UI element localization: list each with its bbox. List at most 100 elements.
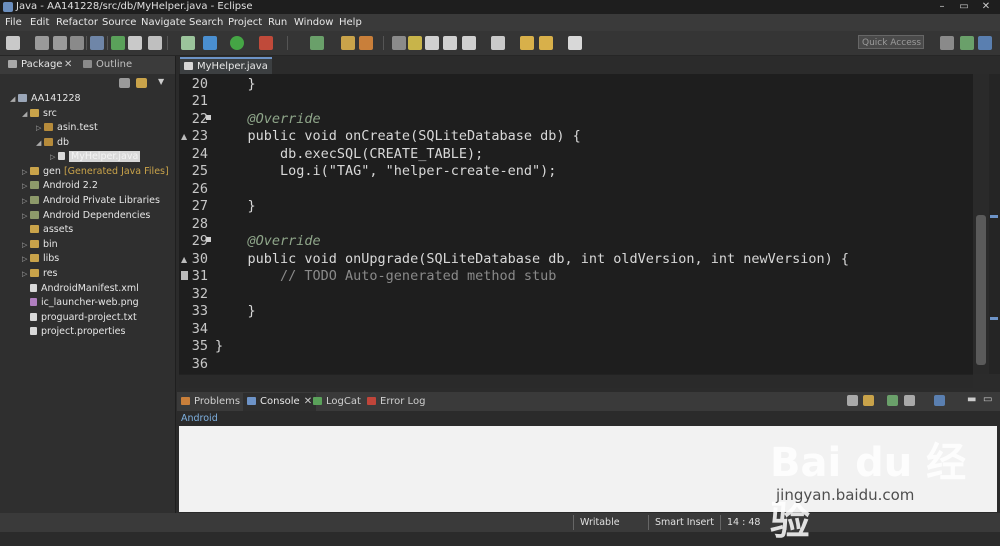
menu-project[interactable]: Project bbox=[228, 14, 262, 31]
tree-item-bin[interactable]: ▷ bin bbox=[22, 238, 58, 252]
search-icon[interactable] bbox=[359, 36, 373, 50]
tab-label: Problems bbox=[194, 396, 241, 407]
next-annotation-icon[interactable] bbox=[491, 36, 505, 50]
line-number: 20 bbox=[191, 76, 208, 92]
expand-arrow-icon[interactable]: ▷ bbox=[22, 179, 30, 193]
tree-item-android-manifest[interactable]: AndroidManifest.xml bbox=[30, 282, 139, 296]
tab-outline[interactable]: Outline bbox=[83, 56, 132, 74]
open-type-icon[interactable] bbox=[341, 36, 355, 50]
new-android-project-icon[interactable] bbox=[181, 36, 195, 50]
minimize-button[interactable]: – bbox=[932, 1, 952, 13]
expand-arrow-icon[interactable]: ▷ bbox=[22, 252, 30, 266]
tree-item-project-properties[interactable]: project.properties bbox=[30, 325, 125, 339]
tree-item-android-private-libraries[interactable]: ▷ Android Private Libraries bbox=[22, 194, 160, 208]
link-editor-icon[interactable] bbox=[136, 78, 147, 88]
tab-logcat[interactable]: LogCat bbox=[313, 393, 361, 411]
highlight-icon[interactable] bbox=[408, 36, 422, 50]
menu-file[interactable]: File bbox=[5, 14, 22, 31]
overview-marker[interactable] bbox=[990, 215, 998, 218]
clear-console-icon[interactable] bbox=[863, 395, 874, 406]
external-tools-icon[interactable] bbox=[259, 36, 273, 50]
close-tab-icon[interactable]: ✕ bbox=[64, 56, 72, 74]
code-line: } bbox=[215, 76, 256, 92]
save-all-icon[interactable] bbox=[53, 36, 67, 50]
display-console-icon[interactable] bbox=[904, 395, 915, 406]
expand-arrow-icon[interactable]: ▷ bbox=[22, 267, 30, 281]
close-tab-icon[interactable]: ✕ bbox=[304, 396, 312, 407]
fold-collapse-icon[interactable] bbox=[206, 115, 211, 120]
minimize-panel-icon[interactable]: ▬ bbox=[967, 394, 976, 405]
expand-arrow-icon[interactable]: ▷ bbox=[50, 150, 58, 164]
save-icon[interactable] bbox=[35, 36, 49, 50]
expand-arrow-icon[interactable]: ▷ bbox=[36, 121, 44, 135]
format-icon[interactable] bbox=[462, 36, 476, 50]
menu-edit[interactable]: Edit bbox=[30, 14, 49, 31]
tree-item-android-2-2[interactable]: ▷ Android 2.2 bbox=[22, 179, 98, 193]
collapse-all-icon[interactable] bbox=[119, 78, 130, 88]
print-icon[interactable] bbox=[70, 36, 84, 50]
tree-item-libs[interactable]: ▷ libs bbox=[22, 252, 59, 266]
editor-tab-myhelper[interactable]: MyHelper.java ✕ bbox=[180, 57, 272, 87]
expand-arrow-icon[interactable]: ▷ bbox=[22, 209, 30, 223]
avd-manager-icon[interactable] bbox=[128, 36, 142, 50]
overview-marker[interactable] bbox=[990, 317, 998, 320]
expand-arrow-icon[interactable]: ▷ bbox=[22, 165, 30, 179]
menu-source[interactable]: Source bbox=[102, 14, 136, 31]
editor-horizontal-scrollbar[interactable] bbox=[179, 374, 973, 388]
open-perspective-icon[interactable] bbox=[940, 36, 954, 50]
menu-navigate[interactable]: Navigate bbox=[141, 14, 186, 31]
expand-arrow-icon[interactable]: ▷ bbox=[22, 194, 30, 208]
java-perspective-icon[interactable] bbox=[978, 36, 992, 50]
expand-arrow-icon[interactable]: ◢ bbox=[22, 107, 30, 121]
tree-item-res[interactable]: ▷ res bbox=[22, 267, 58, 281]
tree-item-asin-test[interactable]: ▷ asin.test bbox=[36, 121, 98, 135]
menu-search[interactable]: Search bbox=[189, 14, 223, 31]
close-window-button[interactable]: ✕ bbox=[976, 1, 996, 13]
forward-icon[interactable] bbox=[568, 36, 582, 50]
show-whitespace-icon[interactable] bbox=[443, 36, 457, 50]
tree-item-db[interactable]: ◢ db bbox=[36, 136, 69, 150]
tab-package-explorer[interactable]: Package bbox=[8, 56, 62, 74]
expand-arrow-icon[interactable]: ◢ bbox=[10, 92, 18, 106]
tree-item-myhelper[interactable]: ▷ MyHelper.java bbox=[50, 150, 141, 164]
pin-console-icon[interactable] bbox=[847, 395, 858, 406]
tree-item-assets[interactable]: assets bbox=[22, 223, 73, 237]
ddms-perspective-icon[interactable] bbox=[960, 36, 974, 50]
lint-check-icon[interactable] bbox=[148, 36, 162, 50]
view-menu-icon[interactable]: ▼ bbox=[158, 77, 164, 86]
new-class-icon[interactable] bbox=[310, 36, 324, 50]
sdk-manager-icon[interactable] bbox=[111, 36, 125, 50]
toggle-mark-icon[interactable] bbox=[392, 36, 406, 50]
back-icon[interactable] bbox=[539, 36, 553, 50]
tree-item-label: libs bbox=[43, 253, 60, 264]
scrollbar-thumb[interactable] bbox=[976, 215, 986, 365]
tree-item-label: proguard-project.txt bbox=[41, 312, 137, 323]
expand-arrow-icon[interactable]: ▷ bbox=[22, 238, 30, 252]
tree-item-android-dependencies[interactable]: ▷ Android Dependencies bbox=[22, 209, 150, 223]
fold-collapse-icon[interactable] bbox=[206, 237, 211, 242]
menu-refactor[interactable]: Refactor bbox=[56, 14, 98, 31]
new-console-icon[interactable] bbox=[934, 395, 945, 406]
debug-icon[interactable] bbox=[203, 36, 217, 50]
maximize-panel-icon[interactable]: ▭ bbox=[983, 394, 992, 405]
quick-access-input[interactable]: Quick Access bbox=[858, 35, 924, 49]
tree-item-proguard[interactable]: proguard-project.txt bbox=[30, 311, 137, 325]
run-icon[interactable] bbox=[230, 36, 244, 50]
menu-run[interactable]: Run bbox=[268, 14, 287, 31]
tree-item-gen[interactable]: ▷ gen [Generated Java Files] bbox=[22, 165, 169, 179]
menu-help[interactable]: Help bbox=[339, 14, 362, 31]
tab-error-log[interactable]: Error Log bbox=[367, 393, 425, 411]
tab-console[interactable]: Console ✕ bbox=[243, 393, 317, 411]
expand-arrow-icon[interactable]: ◢ bbox=[36, 136, 44, 150]
new-icon[interactable] bbox=[6, 36, 20, 50]
tree-item-project[interactable]: ◢ AA141228 bbox=[10, 92, 81, 106]
block-selection-icon[interactable] bbox=[425, 36, 439, 50]
tab-problems[interactable]: Problems bbox=[181, 393, 240, 411]
prev-annotation-icon[interactable] bbox=[520, 36, 534, 50]
debug-skip-icon[interactable] bbox=[90, 36, 104, 50]
tree-item-src[interactable]: ◢ src bbox=[22, 107, 57, 121]
maximize-button[interactable]: ▭ bbox=[954, 1, 974, 13]
tree-item-ic-launcher[interactable]: ic_launcher-web.png bbox=[30, 296, 139, 310]
open-console-icon[interactable] bbox=[887, 395, 898, 406]
menu-window[interactable]: Window bbox=[294, 14, 333, 31]
